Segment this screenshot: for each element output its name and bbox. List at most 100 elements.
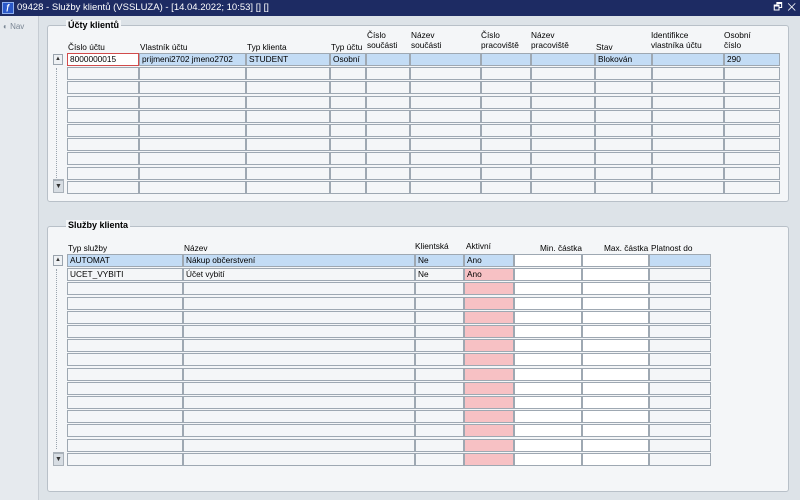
service-cell-nazev[interactable]	[183, 438, 415, 452]
account-cell-stav[interactable]	[595, 109, 652, 123]
account-cell-cislo-uctu[interactable]	[67, 67, 139, 81]
service-cell-max-castka[interactable]	[582, 325, 649, 338]
account-cell-cislo-soucasti[interactable]	[366, 124, 410, 137]
account-cell-nazev-pracoviste[interactable]	[531, 109, 595, 123]
account-cell-cislo-pracoviste[interactable]	[481, 109, 531, 123]
service-cell-typ-sluzby[interactable]	[67, 452, 183, 466]
account-cell-nazev-soucasti[interactable]	[410, 124, 481, 137]
window-controls[interactable]: 🗗 ✕	[773, 1, 797, 14]
account-cell-cislo-uctu[interactable]	[67, 138, 139, 152]
account-cell-typ-klienta[interactable]	[246, 180, 330, 194]
service-cell-aktivni[interactable]	[464, 424, 514, 438]
service-cell-platnost-do[interactable]	[649, 325, 711, 338]
account-cell-typ-uctu[interactable]	[330, 67, 366, 81]
service-cell-aktivni[interactable]	[464, 410, 514, 424]
service-cell-max-castka[interactable]	[582, 282, 649, 296]
account-cell-osobni-cislo[interactable]	[724, 124, 780, 137]
service-cell-klientska[interactable]	[415, 452, 464, 466]
service-cell-aktivni[interactable]	[464, 438, 514, 452]
account-cell-cislo-soucasti[interactable]	[366, 53, 410, 66]
account-cell-nazev-pracoviste[interactable]	[531, 152, 595, 166]
account-cell-nazev-soucasti[interactable]	[410, 95, 481, 109]
account-cell-vlastnik[interactable]	[139, 67, 246, 81]
service-cell-typ-sluzby[interactable]	[67, 367, 183, 381]
service-cell-nazev[interactable]	[183, 325, 415, 338]
account-cell-osobni-cislo[interactable]	[724, 95, 780, 109]
account-cell-typ-klienta[interactable]	[246, 81, 330, 95]
service-cell-typ-sluzby[interactable]	[67, 438, 183, 452]
account-cell-typ-klienta[interactable]	[246, 166, 330, 180]
account-cell-nazev-pracoviste[interactable]	[531, 67, 595, 81]
account-cell-cislo-pracoviste[interactable]	[481, 53, 531, 66]
service-cell-platnost-do[interactable]	[649, 339, 711, 353]
service-cell-max-castka[interactable]	[582, 396, 649, 409]
account-cell-nazev-soucasti[interactable]	[410, 166, 481, 180]
service-cell-typ-sluzby[interactable]: AUTOMAT	[67, 254, 183, 267]
account-cell-typ-uctu[interactable]	[330, 138, 366, 152]
service-cell-max-castka[interactable]	[582, 268, 649, 282]
service-cell-nazev[interactable]	[183, 396, 415, 409]
account-cell-vlastnik[interactable]	[139, 109, 246, 123]
account-cell-typ-klienta[interactable]	[246, 109, 330, 123]
account-cell-identifikace[interactable]	[652, 166, 724, 180]
service-cell-typ-sluzby[interactable]	[67, 381, 183, 395]
account-cell-cislo-pracoviste[interactable]	[481, 152, 531, 166]
account-cell-typ-uctu[interactable]	[330, 81, 366, 95]
service-cell-platnost-do[interactable]	[649, 396, 711, 409]
service-cell-nazev[interactable]: Účet vybití	[183, 268, 415, 282]
account-cell-osobni-cislo[interactable]	[724, 166, 780, 180]
account-cell-vlastnik[interactable]	[139, 95, 246, 109]
service-cell-nazev[interactable]	[183, 424, 415, 438]
service-cell-klientska[interactable]: Ne	[415, 254, 464, 267]
account-cell-vlastnik[interactable]	[139, 152, 246, 166]
service-cell-max-castka[interactable]	[582, 367, 649, 381]
service-cell-nazev[interactable]	[183, 282, 415, 296]
account-cell-cislo-uctu[interactable]	[67, 180, 139, 194]
account-cell-typ-uctu[interactable]	[330, 95, 366, 109]
service-cell-klientska[interactable]	[415, 381, 464, 395]
account-cell-cislo-pracoviste[interactable]	[481, 166, 531, 180]
service-cell-aktivni[interactable]	[464, 310, 514, 324]
service-cell-platnost-do[interactable]	[649, 367, 711, 381]
account-cell-vlastnik[interactable]	[139, 138, 246, 152]
account-cell-stav[interactable]	[595, 180, 652, 194]
account-cell-nazev-soucasti[interactable]	[410, 109, 481, 123]
service-cell-nazev[interactable]: Nákup občerstvení	[183, 254, 415, 267]
service-cell-min-castka[interactable]	[514, 452, 582, 466]
service-cell-aktivni[interactable]: Ano	[464, 254, 514, 267]
service-cell-nazev[interactable]	[183, 339, 415, 353]
service-cell-platnost-do[interactable]	[649, 424, 711, 438]
account-cell-nazev-pracoviste[interactable]	[531, 95, 595, 109]
account-cell-osobni-cislo[interactable]	[724, 81, 780, 95]
service-cell-klientska[interactable]	[415, 310, 464, 324]
service-cell-typ-sluzby[interactable]	[67, 424, 183, 438]
service-cell-nazev[interactable]	[183, 381, 415, 395]
service-cell-klientska[interactable]	[415, 339, 464, 353]
account-cell-nazev-pracoviste[interactable]	[531, 138, 595, 152]
account-cell-identifikace[interactable]	[652, 67, 724, 81]
account-cell-osobni-cislo[interactable]	[724, 138, 780, 152]
account-cell-osobni-cislo[interactable]	[724, 67, 780, 81]
account-cell-typ-uctu[interactable]	[330, 124, 366, 137]
account-cell-typ-uctu[interactable]	[330, 166, 366, 180]
service-cell-aktivni[interactable]	[464, 452, 514, 466]
service-cell-klientska[interactable]	[415, 353, 464, 367]
service-cell-min-castka[interactable]	[514, 438, 582, 452]
service-cell-typ-sluzby[interactable]	[67, 410, 183, 424]
service-cell-platnost-do[interactable]	[649, 438, 711, 452]
service-cell-platnost-do[interactable]	[649, 381, 711, 395]
service-cell-klientska[interactable]	[415, 438, 464, 452]
service-cell-typ-sluzby[interactable]	[67, 339, 183, 353]
service-cell-typ-sluzby[interactable]	[67, 282, 183, 296]
account-cell-cislo-uctu[interactable]	[67, 166, 139, 180]
account-cell-cislo-uctu[interactable]	[67, 109, 139, 123]
service-cell-max-castka[interactable]	[582, 381, 649, 395]
account-cell-cislo-pracoviste[interactable]	[481, 95, 531, 109]
account-cell-osobni-cislo[interactable]	[724, 109, 780, 123]
service-cell-typ-sluzby[interactable]	[67, 353, 183, 367]
service-cell-nazev[interactable]	[183, 310, 415, 324]
service-cell-nazev[interactable]	[183, 296, 415, 310]
service-cell-klientska[interactable]	[415, 410, 464, 424]
account-cell-cislo-pracoviste[interactable]	[481, 138, 531, 152]
service-cell-min-castka[interactable]	[514, 353, 582, 367]
